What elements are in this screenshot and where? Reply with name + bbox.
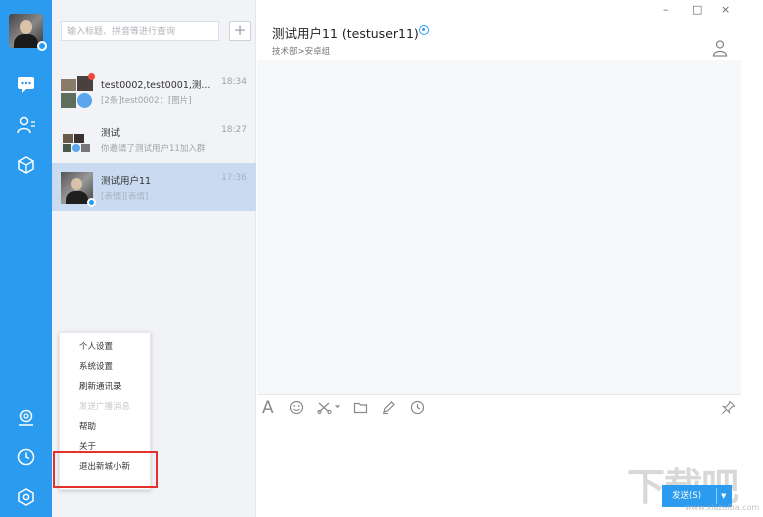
location-icon[interactable]: [15, 407, 37, 429]
pen-icon[interactable]: [381, 400, 396, 415]
group-avatar: [61, 124, 93, 156]
conversation-item-user11[interactable]: 测试用户11 17:36 [表情][表情]: [52, 163, 256, 211]
exit-highlight-box: [53, 451, 158, 488]
profile-icon[interactable]: [712, 39, 728, 57]
add-button[interactable]: +: [229, 21, 251, 41]
close-button[interactable]: ×: [721, 3, 730, 16]
verified-icon: [419, 25, 429, 35]
folder-icon[interactable]: [353, 400, 368, 415]
conversation-time: 17:36: [221, 173, 247, 183]
app-window: 输入标题、拼音等进行查询 + test0002,test0001,测... 18…: [0, 0, 763, 517]
minimize-button[interactable]: –: [663, 3, 669, 16]
clock-icon[interactable]: [15, 446, 37, 468]
apps-cube-icon[interactable]: [15, 154, 37, 176]
conversation-preview: [2条]test0002：[图片]: [101, 96, 192, 106]
conversation-name: 测试: [101, 128, 121, 139]
conversation-time: 18:27: [221, 125, 247, 135]
contacts-icon[interactable]: [15, 114, 37, 136]
scissors-icon[interactable]: [317, 400, 332, 415]
chat-title: 测试用户11 (testuser11): [272, 26, 419, 41]
font-icon[interactable]: A: [262, 398, 274, 418]
search-input[interactable]: 输入标题、拼音等进行查询: [61, 21, 219, 41]
online-status-icon: [87, 198, 96, 207]
chevron-down-icon[interactable]: [334, 403, 341, 410]
history-clock-icon[interactable]: [410, 400, 425, 415]
menu-item-personal-settings[interactable]: 个人设置: [79, 340, 113, 352]
group-avatar: [61, 73, 95, 108]
chat-subtitle: 技术部>安卓组: [272, 47, 331, 57]
chat-panel: – □ × 测试用户11 (testuser11) 技术部>安卓组 A 发送(S…: [257, 0, 763, 517]
unread-dot-icon: [88, 73, 95, 80]
message-area: [257, 60, 741, 394]
conversation-preview: 你邀请了测试用户11加入群: [101, 144, 206, 154]
maximize-button[interactable]: □: [692, 3, 702, 16]
left-rail: [0, 0, 52, 517]
menu-item-broadcast: 发送广播消息: [79, 402, 131, 412]
emoji-icon[interactable]: [289, 400, 304, 415]
toolbar-divider: [257, 394, 741, 395]
send-button-label: 发送(S): [672, 491, 702, 501]
conversation-item-test[interactable]: 测试 18:27 你邀请了测试用户11加入群: [52, 115, 256, 163]
messages-icon[interactable]: [15, 73, 37, 95]
settings-gear-icon[interactable]: [15, 486, 37, 508]
conversation-name: 测试用户11: [101, 176, 152, 187]
conversation-item-group[interactable]: test0002,test0001,测... 18:34 [2条]test000…: [52, 67, 256, 115]
menu-item-help[interactable]: 帮助: [79, 420, 96, 432]
pin-icon[interactable]: [721, 400, 736, 415]
conversation-time: 18:34: [221, 77, 247, 87]
online-status-icon: [37, 41, 47, 51]
menu-item-system-settings[interactable]: 系统设置: [79, 360, 113, 372]
conversation-name: test0002,test0001,测...: [101, 80, 211, 91]
menu-item-refresh-contacts[interactable]: 刷新通讯录: [79, 380, 122, 392]
conversation-preview: [表情][表情]: [101, 192, 149, 202]
user-avatar: [61, 172, 96, 207]
watermark-url: www.xiazaiba.com: [685, 503, 760, 512]
